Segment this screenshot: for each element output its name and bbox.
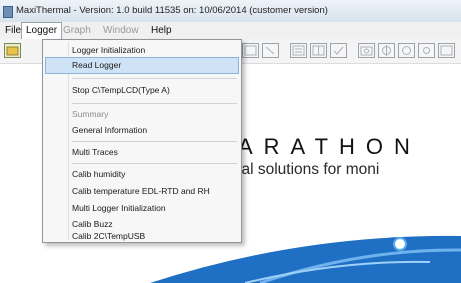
export-icon: [440, 45, 453, 56]
menu-window[interactable]: Window: [103, 22, 139, 39]
menu-item-general-information[interactable]: General Information: [72, 122, 147, 139]
toolbar-button-g[interactable]: [378, 43, 395, 58]
toolbar-button-f[interactable]: [358, 43, 375, 58]
target-icon: [382, 45, 391, 56]
menu-help[interactable]: Help: [151, 22, 172, 39]
menu-item-stop-templcd[interactable]: Stop C\TempLCD(Type A): [72, 82, 170, 99]
toolbar-button-h[interactable]: [398, 43, 415, 58]
toolbar-button-j[interactable]: [438, 43, 455, 58]
menu-item-summary: Summary: [72, 109, 109, 119]
menu-item-calib-temperature[interactable]: Calib temperature EDL-RTD and RH: [72, 183, 210, 200]
menu-item-read-logger[interactable]: Read Logger: [72, 57, 121, 74]
menu-graph[interactable]: Graph: [63, 22, 91, 39]
settings-icon: [423, 47, 430, 54]
open-icon: [6, 46, 19, 56]
toolbar-button-a[interactable]: [242, 43, 259, 58]
title-bar: MaxiThermal - Version: 1.0 build 11535 o…: [0, 0, 461, 23]
menu-logger[interactable]: Logger: [21, 22, 63, 39]
brand-tagline: tical solutions for moni: [226, 161, 380, 178]
brand-name: ARATHON: [238, 134, 421, 159]
toolbar-button-d[interactable]: [310, 43, 327, 58]
list-icon: [292, 45, 305, 56]
app-icon: [3, 6, 13, 18]
logger-menu-dropdown: Logger Initialization Read Logger Stop C…: [42, 39, 242, 243]
menu-separator: [72, 103, 237, 104]
check-icon: [333, 46, 344, 55]
window-title: MaxiThermal - Version: 1.0 build 11535 o…: [16, 5, 328, 16]
menu-item-multi-logger-initialization[interactable]: Multi Logger Initialization: [72, 200, 166, 217]
menu-item-calib-tempusb[interactable]: Calib 2C\TempUSB: [72, 228, 145, 245]
toolbar-button-e[interactable]: [330, 43, 347, 58]
grid-icon: [312, 45, 325, 56]
menu-bar: File Logger Graph Window Help: [0, 22, 461, 39]
toolbar-button-i[interactable]: [418, 43, 435, 58]
menu-separator: [72, 163, 237, 164]
toolbar-button-b[interactable]: [262, 43, 279, 58]
table-icon: [244, 45, 257, 56]
disc-icon: [402, 46, 411, 55]
menu-file[interactable]: File: [5, 22, 21, 39]
menu-separator: [72, 141, 237, 142]
menu-item-calib-humidity[interactable]: Calib humidity: [72, 166, 125, 183]
menu-item-multi-traces[interactable]: Multi Traces: [72, 144, 118, 161]
camera-icon: [360, 46, 373, 56]
pointer-icon: [265, 46, 275, 55]
toolbar-button-c[interactable]: [290, 43, 307, 58]
open-logger-button[interactable]: [4, 43, 21, 58]
menu-separator: [72, 78, 237, 79]
